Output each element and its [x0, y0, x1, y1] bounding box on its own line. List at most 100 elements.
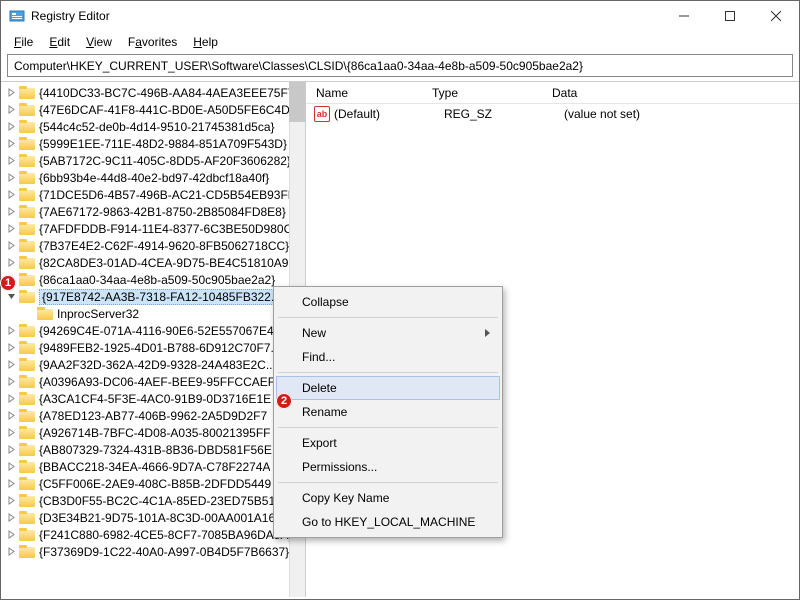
menu-view[interactable]: View	[79, 34, 119, 50]
chevron-right-icon[interactable]	[5, 240, 17, 252]
chevron-right-icon[interactable]	[5, 512, 17, 524]
tree-row[interactable]: {9AA2F32D-362A-42D9-9328-24A483E2C...	[1, 356, 305, 373]
folder-icon	[19, 188, 35, 202]
tree-row[interactable]: {82CA8DE3-01AD-4CEA-9D75-BE4C51810A9E}	[1, 254, 305, 271]
close-button[interactable]	[753, 1, 799, 31]
menu-file[interactable]: File	[7, 34, 40, 50]
cm-find[interactable]: Find...	[276, 345, 500, 369]
tree-row[interactable]: InprocServer32	[1, 305, 305, 322]
chevron-right-icon[interactable]	[5, 104, 17, 116]
folder-icon	[19, 375, 35, 389]
annotation-callout-1: 1	[0, 275, 16, 291]
chevron-right-icon[interactable]	[5, 359, 17, 371]
context-menu: Collapse New Find... Delete Rename Expor…	[273, 286, 503, 538]
titlebar: Registry Editor	[1, 1, 799, 31]
chevron-right-icon[interactable]	[5, 257, 17, 269]
menu-favorites[interactable]: Favorites	[121, 34, 184, 50]
cm-export[interactable]: Export	[276, 431, 500, 455]
chevron-right-icon[interactable]	[5, 393, 17, 405]
chevron-right-icon[interactable]	[5, 444, 17, 456]
tree-label: {A0396A93-DC06-4AEF-BEE9-95FFCCAEF...	[39, 375, 284, 389]
tree-row[interactable]: {D3E34B21-9D75-101A-8C3D-00AA001A1652}	[1, 509, 305, 526]
col-name[interactable]: Name	[306, 84, 422, 102]
menu-edit[interactable]: Edit	[42, 34, 77, 50]
chevron-right-icon[interactable]	[5, 121, 17, 133]
tree-label: {AB807329-7324-431B-8B36-DBD581F56E	[39, 443, 272, 457]
folder-icon	[19, 443, 35, 457]
tree-row[interactable]: {A78ED123-AB77-406B-9962-2A5D9D2F7	[1, 407, 305, 424]
folder-icon	[19, 290, 35, 304]
chevron-right-icon[interactable]	[5, 410, 17, 422]
expander-none	[23, 308, 35, 320]
tree-row[interactable]: {917E8742-AA3B-7318-FA12-10485FB322...	[1, 288, 305, 305]
tree-row[interactable]: {CB3D0F55-BC2C-4C1A-85ED-23ED75B5106B}	[1, 492, 305, 509]
chevron-right-icon[interactable]	[5, 325, 17, 337]
tree-row[interactable]: {7AFDFDDB-F914-11E4-8377-6C3BE50D980C}	[1, 220, 305, 237]
chevron-down-icon[interactable]	[5, 291, 17, 303]
tree-row[interactable]: {5AB7172C-9C11-405C-8DD5-AF20F3606282}	[1, 152, 305, 169]
tree-row[interactable]: {4410DC33-BC7C-496B-AA84-4AEA3EEE75F7}	[1, 84, 305, 101]
chevron-right-icon[interactable]	[5, 206, 17, 218]
tree-label: {A926714B-7BFC-4D08-A035-80021395FF	[39, 426, 270, 440]
value-name: (Default)	[334, 105, 434, 123]
folder-icon	[19, 511, 35, 525]
tree-row[interactable]: {544c4c52-de0b-4d14-9510-21745381d5ca}	[1, 118, 305, 135]
chevron-right-icon[interactable]	[5, 427, 17, 439]
cm-copy-key-name[interactable]: Copy Key Name	[276, 486, 500, 510]
tree-label: {A78ED123-AB77-406B-9962-2A5D9D2F7	[39, 409, 267, 423]
chevron-right-icon[interactable]	[5, 172, 17, 184]
tree-label: {71DCE5D6-4B57-496B-AC21-CD5B54EB93FD}	[39, 188, 300, 202]
col-data[interactable]: Data	[542, 84, 799, 102]
tree-row[interactable]: {7AE67172-9863-42B1-8750-2B85084FD8E8}	[1, 203, 305, 220]
value-columns: Name Type Data	[306, 82, 799, 104]
scroll-thumb[interactable]	[289, 82, 305, 122]
cm-go-to-hklm[interactable]: Go to HKEY_LOCAL_MACHINE	[276, 510, 500, 534]
value-row-default[interactable]: ab (Default) REG_SZ (value not set)	[306, 104, 799, 124]
tree-row[interactable]: {7B37E4E2-C62F-4914-9620-8FB5062718CC}	[1, 237, 305, 254]
chevron-right-icon[interactable]	[5, 461, 17, 473]
registry-tree[interactable]: {4410DC33-BC7C-496B-AA84-4AEA3EEE75F7}{4…	[1, 82, 305, 562]
chevron-right-icon[interactable]	[5, 138, 17, 150]
tree-row[interactable]: {C5FF006E-2AE9-408C-B85B-2DFDD5449	[1, 475, 305, 492]
cm-sep	[278, 482, 498, 483]
folder-icon	[19, 256, 35, 270]
chevron-right-icon[interactable]	[5, 189, 17, 201]
tree-row[interactable]: {6bb93b4e-44d8-40e2-bd97-42dbcf18a40f}	[1, 169, 305, 186]
tree-row[interactable]: {BBACC218-34EA-4666-9D7A-C78F2274A	[1, 458, 305, 475]
address-bar[interactable]: Computer\HKEY_CURRENT_USER\Software\Clas…	[7, 54, 793, 77]
minimize-button[interactable]	[661, 1, 707, 31]
chevron-right-icon[interactable]	[5, 495, 17, 507]
chevron-right-icon[interactable]	[5, 478, 17, 490]
tree-row[interactable]: {9489FEB2-1925-4D01-B788-6D912C70F7...	[1, 339, 305, 356]
cm-sep	[278, 317, 498, 318]
folder-icon	[19, 545, 35, 559]
chevron-right-icon[interactable]	[5, 87, 17, 99]
tree-row[interactable]: {86ca1aa0-34aa-4e8b-a509-50c905bae2a2}	[1, 271, 305, 288]
tree-row[interactable]: {A3CA1CF4-5F3E-4AC0-91B9-0D3716E1E	[1, 390, 305, 407]
tree-row[interactable]: {F37369D9-1C22-40A0-A997-0B4D5F7B6637}	[1, 543, 305, 560]
chevron-right-icon[interactable]	[5, 342, 17, 354]
cm-collapse[interactable]: Collapse	[276, 290, 500, 314]
chevron-right-icon[interactable]	[5, 376, 17, 388]
cm-rename[interactable]: Rename	[276, 400, 500, 424]
folder-icon	[37, 307, 53, 321]
chevron-right-icon[interactable]	[5, 223, 17, 235]
tree-row[interactable]: {71DCE5D6-4B57-496B-AC21-CD5B54EB93FD}	[1, 186, 305, 203]
chevron-right-icon[interactable]	[5, 529, 17, 541]
tree-row[interactable]: {AB807329-7324-431B-8B36-DBD581F56E	[1, 441, 305, 458]
tree-row[interactable]: {A926714B-7BFC-4D08-A035-80021395FF	[1, 424, 305, 441]
menu-help[interactable]: Help	[186, 34, 225, 50]
tree-row[interactable]: {5999E1EE-711E-48D2-9884-851A709F543D}	[1, 135, 305, 152]
tree-row[interactable]: {F241C880-6982-4CE5-8CF7-7085BA96DA5A}	[1, 526, 305, 543]
cm-permissions[interactable]: Permissions...	[276, 455, 500, 479]
tree-row[interactable]: {94269C4E-071A-4116-90E6-52E557067E4...	[1, 322, 305, 339]
tree-row[interactable]: {A0396A93-DC06-4AEF-BEE9-95FFCCAEF...	[1, 373, 305, 390]
chevron-right-icon[interactable]	[5, 155, 17, 167]
col-type[interactable]: Type	[422, 84, 542, 102]
chevron-right-icon[interactable]	[5, 546, 17, 558]
tree-label: {9489FEB2-1925-4D01-B788-6D912C70F7...	[39, 341, 281, 355]
cm-delete[interactable]: Delete	[276, 376, 500, 400]
tree-row[interactable]: {47E6DCAF-41F8-441C-BD0E-A50D5FE6C4D1}	[1, 101, 305, 118]
cm-new[interactable]: New	[276, 321, 500, 345]
maximize-button[interactable]	[707, 1, 753, 31]
